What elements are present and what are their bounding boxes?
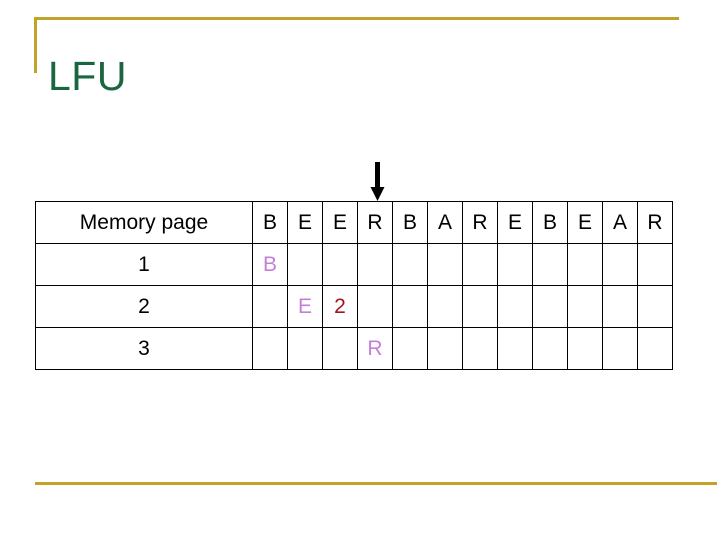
row-header-label: Memory page (35, 201, 253, 244)
reference-cell: E (567, 201, 603, 244)
frame-row-label: 3 (35, 327, 253, 370)
frame-cell (287, 243, 323, 286)
frame-cell (357, 243, 393, 286)
frame-row-label: 1 (35, 243, 253, 286)
frame-cell: 2 (322, 285, 358, 328)
frame-cell (602, 285, 638, 328)
reference-cell: A (427, 201, 463, 244)
frame-cell (497, 285, 533, 328)
frame-cell (567, 285, 603, 328)
frame-cell (427, 243, 463, 286)
frame-cell (497, 327, 533, 370)
frame-cell (532, 285, 568, 328)
frame-cell (392, 327, 428, 370)
reference-cell: A (602, 201, 638, 244)
reference-cell: B (252, 201, 288, 244)
frame-cell (567, 327, 603, 370)
frame-cell (252, 327, 288, 370)
frame-cell (392, 243, 428, 286)
reference-cell: R (357, 201, 393, 244)
frame-cell (567, 243, 603, 286)
reference-cell: E (497, 201, 533, 244)
arrow-down-icon (365, 162, 391, 202)
lfu-memory-page-table: Memory page B E E R B A R E B E A R 1 B (35, 201, 673, 370)
frame-cell (462, 327, 498, 370)
frame-cell (532, 327, 568, 370)
reference-cell: B (532, 201, 568, 244)
frame-cell (602, 243, 638, 286)
table-row: 2 E 2 (35, 285, 673, 328)
frame-cell: R (357, 327, 393, 370)
frame-cell (357, 285, 393, 328)
reference-cell: E (322, 201, 358, 244)
frame-cell (427, 327, 463, 370)
table-row-header: Memory page B E E R B A R E B E A R (35, 201, 673, 244)
reference-cell: B (392, 201, 428, 244)
frame-cell (392, 285, 428, 328)
title-frame-top-rule (34, 17, 679, 20)
frame-cell (602, 327, 638, 370)
table-row: 3 R (35, 327, 673, 370)
frame-cell (532, 243, 568, 286)
title-frame-left-rule (34, 17, 37, 73)
frame-cell (637, 327, 673, 370)
frame-cell (287, 327, 323, 370)
frame-cell (427, 285, 463, 328)
frame-cell (462, 285, 498, 328)
reference-cell: E (287, 201, 323, 244)
frame-row-label: 2 (35, 285, 253, 328)
frame-cell (252, 285, 288, 328)
footer-rule (35, 482, 717, 485)
frame-cell (497, 243, 533, 286)
frame-cell (637, 285, 673, 328)
table-row: 1 B (35, 243, 673, 286)
frame-cell (462, 243, 498, 286)
page-title: LFU (48, 53, 127, 100)
frame-cell: E (287, 285, 323, 328)
reference-cell: R (462, 201, 498, 244)
frame-cell (322, 327, 358, 370)
frame-cell: B (252, 243, 288, 286)
reference-cell: R (637, 201, 673, 244)
frame-cell (322, 243, 358, 286)
frame-cell (637, 243, 673, 286)
